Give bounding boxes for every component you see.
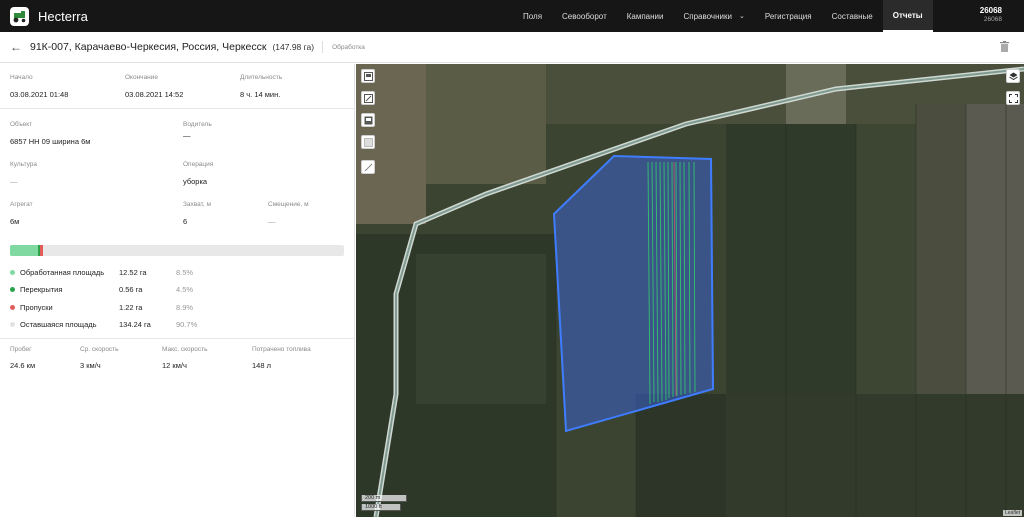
map-scale-metric: 200 m <box>361 495 407 502</box>
map-tool-grid-icon[interactable] <box>361 135 375 149</box>
nav-item-fields[interactable]: Поля <box>513 0 552 32</box>
crop-label: Культура <box>10 161 38 168</box>
satellite-imagery <box>356 64 1024 517</box>
nav-label: Составные <box>831 11 873 21</box>
user-name: 26068 <box>979 6 1002 15</box>
nav-item-registration[interactable]: Регистрация <box>755 0 822 32</box>
implement-label: Агрегат <box>10 201 33 208</box>
fuel-value: 148 л <box>252 361 271 370</box>
user-menu[interactable]: 26068 26068 <box>980 6 1002 23</box>
app-logo-icon[interactable] <box>10 6 29 26</box>
map-tool-ruler-icon[interactable] <box>361 160 375 174</box>
mileage-label: Пробег <box>10 346 32 353</box>
map-scale-imperial: 1000 ft <box>361 504 401 511</box>
chevron-down-icon: ⌄ <box>738 13 745 20</box>
map-tool-layer-icon[interactable] <box>361 113 375 127</box>
legend-dot <box>10 305 15 310</box>
progress-segment-processed <box>10 245 39 256</box>
app-name[interactable]: Hecterra <box>38 9 88 24</box>
legend-dot <box>10 270 15 275</box>
operation-type: Обработка <box>332 43 365 51</box>
trash-icon[interactable] <box>1000 41 1009 52</box>
legend-percent: 8.9% <box>176 303 194 312</box>
layers-icon[interactable] <box>1006 69 1020 83</box>
legend-value: 12.52 га <box>119 268 147 277</box>
user-id: 26068 <box>983 16 1002 23</box>
legend-item-gaps: Пропуски <box>10 303 53 312</box>
legend-dot <box>10 287 15 292</box>
duration-value: 8 ч. 14 мин. <box>240 90 281 99</box>
driver-label: Водитель <box>183 121 212 128</box>
duration-label: Длительность <box>240 74 283 81</box>
fullscreen-icon[interactable] <box>1006 91 1020 105</box>
nav-item-crop-rotation[interactable]: Севооборот <box>552 0 617 32</box>
width-label: Захват, м <box>183 201 211 208</box>
nav-item-directories[interactable]: Справочники ⌄ <box>673 0 754 32</box>
legend-label: Оставшаяся площадь <box>20 320 97 329</box>
nav-label: Поля <box>523 11 543 21</box>
legend-label: Обработанная площадь <box>20 268 105 277</box>
page-header: ← 91К-007, Карачаево-Черкесия, Россия, Ч… <box>0 32 1024 63</box>
start-value: 03.08.2021 01:48 <box>10 90 69 99</box>
width-value: 6 <box>183 217 188 226</box>
map-attribution-link[interactable]: Leaflet <box>1002 510 1022 516</box>
crop-value: — <box>10 177 18 186</box>
legend-item-overlaps: Перекрытия <box>10 285 62 294</box>
map-view[interactable]: 200 m 1000 ft Leaflet <box>356 64 1024 517</box>
offset-label: Смещение, м <box>268 201 309 208</box>
legend-label: Перекрытия <box>20 285 63 294</box>
map-tool-edit-icon[interactable] <box>361 91 375 105</box>
legend-percent: 8.5% <box>176 268 194 277</box>
avg-speed-label: Ср. скорость <box>80 346 119 353</box>
back-arrow-icon[interactable]: ← <box>10 40 22 54</box>
divider <box>0 338 355 339</box>
nav-item-reports[interactable]: Отчеты <box>882 0 933 32</box>
legend-dot <box>10 322 15 327</box>
main-nav: Поля Севооборот Кампании Справочники ⌄ Ре… <box>513 0 933 32</box>
legend-percent: 4.5% <box>176 285 194 294</box>
progress-segment-gaps <box>40 245 44 256</box>
legend-percent: 90.7% <box>176 320 198 329</box>
end-label: Окончание <box>125 74 159 81</box>
legend-value: 134.24 га <box>119 320 151 329</box>
page-title: 91К-007, Карачаево-Черкесия, Россия, Чер… <box>30 41 267 53</box>
legend-value: 1.22 га <box>119 303 143 312</box>
nav-item-campaigns[interactable]: Кампании <box>617 0 674 32</box>
object-label: Объект <box>10 121 33 128</box>
start-label: Начало <box>10 74 33 81</box>
avg-speed-value: 3 км/ч <box>80 361 101 370</box>
end-value: 03.08.2021 14:52 <box>125 90 184 99</box>
legend-item-remaining: Оставшаяся площадь <box>10 320 97 329</box>
fuel-label: Потрачено топлива <box>252 346 311 353</box>
nav-label: Справочники <box>683 11 732 21</box>
nav-label: Севооборот <box>562 11 607 21</box>
nav-label: Регистрация <box>764 11 812 21</box>
offset-value: — <box>268 217 276 226</box>
field-area: (147.98 га) <box>272 42 315 52</box>
operation-label: Операция <box>183 161 214 168</box>
map-tool-image-icon[interactable] <box>361 69 375 83</box>
max-speed-value: 12 км/ч <box>162 361 187 370</box>
operation-value: уборка <box>183 177 208 186</box>
nav-item-composite[interactable]: Составные <box>822 0 883 32</box>
driver-value: — <box>183 131 191 140</box>
object-value: 6857 НН 09 ширина 6м <box>10 137 91 146</box>
mileage-value: 24.6 км <box>10 361 36 370</box>
divider <box>0 108 355 109</box>
max-speed-label: Макс. скорость <box>162 346 208 353</box>
legend-value: 0.56 га <box>119 285 143 294</box>
nav-label: Отчеты <box>892 10 923 20</box>
nav-label: Кампании <box>626 11 664 21</box>
divider <box>322 41 324 53</box>
coverage-progress-bar <box>10 245 344 256</box>
legend-item-processed: Обработанная площадь <box>10 268 104 277</box>
legend-label: Пропуски <box>20 303 53 312</box>
implement-value: 6м <box>10 217 20 226</box>
report-details-panel: Начало 03.08.2021 01:48 Окончание 03.08.… <box>0 64 355 517</box>
top-nav-bar: Hecterra Поля Севооборот Кампании Справо… <box>0 0 1024 32</box>
